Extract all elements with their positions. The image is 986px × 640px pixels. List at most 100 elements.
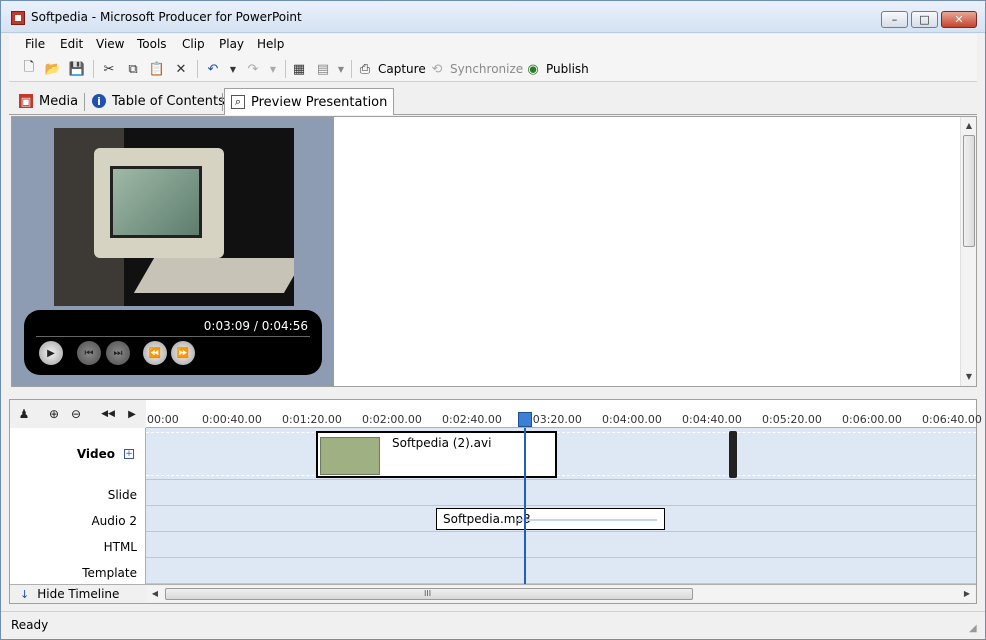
- ruler-tick-label: 00:00: [147, 413, 179, 426]
- playhead-handle[interactable]: [518, 412, 532, 427]
- timeline-tracks: Softpedia (2).avi Softpedia.mp3: [146, 428, 976, 584]
- maximize-button[interactable]: □: [911, 11, 938, 28]
- scroll-thumb[interactable]: [963, 135, 975, 247]
- clip-thumbnail: [320, 437, 380, 475]
- preview-area: 0:03:09 / 0:04:56 ▶ ⏮ ⏭ ⏪ ⏩ ▲ ▼: [11, 116, 977, 387]
- skip-back-icon: ⏮: [84, 347, 94, 359]
- menu-view[interactable]: View: [96, 37, 124, 51]
- scroll-up-icon[interactable]: ▲: [961, 119, 977, 133]
- delete-icon[interactable]: ✕: [173, 61, 189, 77]
- scroll-right-icon[interactable]: ▶: [959, 586, 975, 602]
- fast-forward-button[interactable]: ⏩: [171, 341, 195, 365]
- video-monitor-screen: [110, 166, 202, 238]
- layout-dropdown-icon[interactable]: ▼: [333, 61, 349, 77]
- next-button[interactable]: ⏭: [106, 341, 130, 365]
- minimize-icon: –: [891, 13, 898, 26]
- close-button[interactable]: ✕: [941, 11, 977, 28]
- undo-icon[interactable]: ↶: [205, 61, 221, 77]
- minimize-button[interactable]: –: [881, 11, 908, 28]
- menu-play[interactable]: Play: [219, 37, 244, 51]
- paste-icon[interactable]: 📋: [149, 61, 165, 77]
- status-text: Ready: [11, 618, 49, 632]
- ruler-tick-label: 0:06:40.00: [922, 413, 982, 426]
- video-pane: 0:03:09 / 0:04:56 ▶ ⏮ ⏭ ⏪ ⏩: [12, 117, 334, 386]
- hide-timeline-button[interactable]: ↓ Hide Timeline: [20, 587, 119, 601]
- video-clip-end[interactable]: [729, 431, 737, 478]
- expand-icon[interactable]: +: [124, 449, 134, 459]
- tab-toc-label: Table of Contents: [112, 93, 225, 109]
- menu-clip[interactable]: Clip: [182, 37, 205, 51]
- new-icon[interactable]: 🗋: [21, 60, 37, 77]
- open-icon[interactable]: 📂: [45, 61, 61, 77]
- redo-dropdown-icon[interactable]: ▼: [265, 61, 281, 77]
- time-readout: 0:03:09 / 0:04:56: [203, 319, 308, 333]
- copy-icon[interactable]: ⧉: [125, 61, 141, 77]
- tab-table-of-contents[interactable]: i Table of Contents: [86, 88, 231, 114]
- properties-icon[interactable]: ▦: [291, 61, 307, 77]
- save-icon[interactable]: 💾: [69, 61, 85, 77]
- tab-separator: [84, 93, 85, 111]
- video-clip[interactable]: Softpedia (2).avi: [316, 431, 557, 478]
- playhead-line[interactable]: [524, 428, 526, 584]
- template-track[interactable]: [146, 558, 976, 584]
- app-window: Softpedia - Microsoft Producer for Power…: [0, 0, 986, 640]
- time-ruler[interactable]: 00:00 0:00:40.00 0:01:20.00 0:02:00.00 0…: [146, 400, 982, 428]
- slide-track[interactable]: [146, 480, 976, 506]
- capture-icon[interactable]: ⎙: [357, 61, 373, 77]
- ruler-tick-label: 0:00:40.00: [202, 413, 262, 426]
- track-label-html: HTML: [103, 540, 137, 554]
- menu-file[interactable]: File: [25, 37, 45, 51]
- status-bar: Ready ◢: [1, 611, 985, 639]
- horizontal-scrollbar[interactable]: ◀ III ▶: [147, 586, 975, 602]
- redo-icon[interactable]: ↷: [245, 61, 261, 77]
- cut-icon[interactable]: ✂: [101, 61, 117, 77]
- tab-preview-label: Preview Presentation: [251, 94, 388, 110]
- tab-media-label: Media: [39, 93, 79, 109]
- video-keyboard: [133, 258, 294, 293]
- capture-button[interactable]: Capture: [378, 62, 426, 76]
- audio-waveform: [517, 519, 657, 521]
- html-track[interactable]: [146, 532, 976, 558]
- layout-icon[interactable]: ▤: [315, 61, 331, 77]
- timeline-footer: ↓ Hide Timeline ◀ III ▶: [10, 584, 976, 603]
- scroll-grip: III: [424, 589, 432, 598]
- track-labels: Video + Slide Audio 2 HTML Template: [10, 428, 146, 584]
- synchronize-button[interactable]: Synchronize: [450, 62, 523, 76]
- tab-media[interactable]: ▣ Media: [13, 88, 84, 114]
- toolbar-separator: [197, 60, 198, 78]
- scroll-down-icon[interactable]: ▼: [961, 370, 977, 384]
- track-label-video: Video: [76, 447, 115, 461]
- video-clip-name: Softpedia (2).avi: [392, 436, 492, 450]
- app-icon: [11, 11, 25, 25]
- video-track[interactable]: [146, 428, 976, 480]
- audio-clip[interactable]: Softpedia.mp3: [436, 508, 665, 530]
- menu-tools[interactable]: Tools: [137, 37, 167, 51]
- publish-button[interactable]: Publish: [546, 62, 589, 76]
- menu-edit[interactable]: Edit: [60, 37, 83, 51]
- tab-preview-presentation[interactable]: ⌕ Preview Presentation: [224, 88, 395, 115]
- seek-bar[interactable]: [36, 336, 310, 337]
- toolbar-separator: [351, 60, 352, 78]
- rewind-button[interactable]: ⏪: [143, 341, 167, 365]
- synchronize-icon[interactable]: ⟲: [429, 61, 445, 77]
- ruler-tick-label: 0:06:00.00: [842, 413, 902, 426]
- down-arrow-icon: ↓: [20, 587, 30, 601]
- scroll-thumb[interactable]: III: [165, 588, 693, 600]
- vertical-scrollbar[interactable]: ▲ ▼: [960, 117, 976, 386]
- scroll-left-icon[interactable]: ◀: [147, 586, 163, 602]
- play-timeline-icon[interactable]: ▶: [124, 406, 140, 422]
- undo-dropdown-icon[interactable]: ▼: [225, 61, 241, 77]
- play-button[interactable]: ▶: [39, 341, 63, 365]
- rewind-timeline-icon[interactable]: ◀◀: [100, 406, 116, 422]
- maximize-icon: □: [919, 13, 930, 26]
- set-intro-icon[interactable]: ♟: [16, 406, 32, 422]
- resize-grip-icon[interactable]: ◢: [969, 623, 981, 635]
- tab-separator: [222, 93, 223, 111]
- previous-button[interactable]: ⏮: [77, 341, 101, 365]
- zoom-in-icon[interactable]: ⊕: [46, 406, 62, 422]
- media-icon: ▣: [19, 94, 33, 108]
- menu-help[interactable]: Help: [257, 37, 284, 51]
- zoom-out-icon[interactable]: ⊖: [68, 406, 84, 422]
- publish-icon[interactable]: ◉: [525, 61, 541, 77]
- rewind-icon: ⏪: [148, 347, 162, 359]
